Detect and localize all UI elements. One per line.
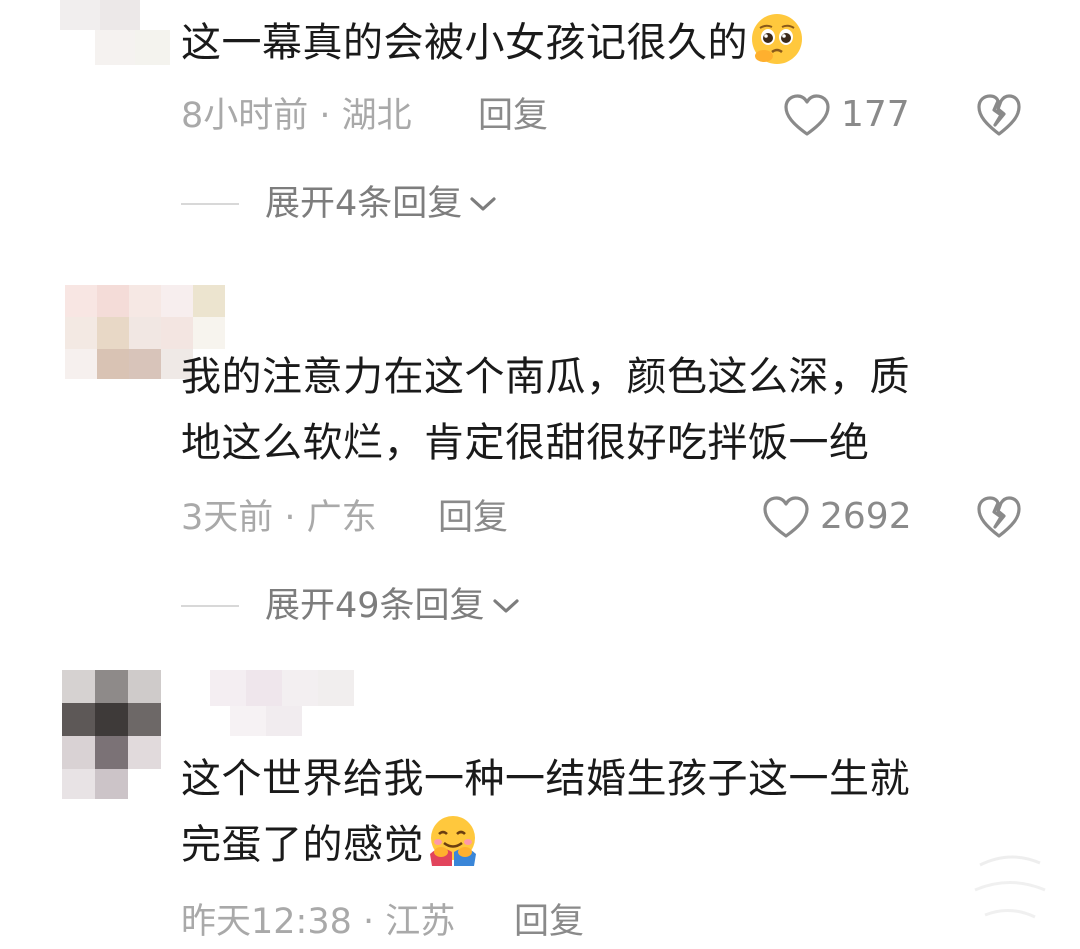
chevron-down-icon: [470, 197, 496, 211]
comment-thread: 这一幕真的会被小女孩记很久的 8小时前 · 湖北 回复 177 展开4条回复 我…: [0, 0, 1080, 949]
watermark: [960, 845, 1060, 940]
comment-text-line: 地这么软烂，肯定很甜很好吃拌饭一绝: [181, 420, 870, 466]
pleading-face-emoji: [750, 12, 804, 66]
comment-text-line: 这个世界给我一种一结婚生孩子这一生就: [181, 756, 910, 802]
reply-button[interactable]: 回复: [478, 96, 548, 136]
expand-replies-label: 展开4条回复: [265, 184, 463, 224]
chevron-down-icon: [492, 599, 519, 613]
comment-text-line: 我的注意力在这个南瓜，颜色这么深，质: [181, 354, 910, 400]
dislike-button[interactable]: [976, 93, 1022, 141]
like-button[interactable]: 177: [783, 93, 910, 137]
hugging-face-emoji: [426, 814, 480, 868]
comment-text: 这一幕真的会被小女孩记很久的: [181, 10, 804, 76]
reply-button[interactable]: 回复: [438, 498, 508, 538]
avatar[interactable]: [40, 0, 180, 70]
comment-text: 我的注意力在这个南瓜，颜色这么深，质 地这么软烂，肯定很甜很好吃拌饭一绝: [181, 344, 910, 476]
broken-heart-icon: [977, 94, 1021, 136]
divider-line: [181, 605, 239, 607]
heart-outline-icon: [784, 94, 830, 136]
like-count: 2692: [820, 496, 912, 537]
like-count: 177: [841, 94, 910, 135]
dislike-button[interactable]: [976, 495, 1022, 543]
like-button[interactable]: 2692: [762, 495, 912, 539]
reply-button[interactable]: 回复: [514, 902, 584, 942]
expand-replies-label: 展开49条回复: [265, 586, 485, 626]
comment-meta: 昨天12:38 · 江苏: [181, 902, 456, 942]
broken-heart-icon: [977, 496, 1021, 538]
comment-meta: 3天前 · 广东: [181, 498, 377, 538]
expand-replies[interactable]: 展开4条回复: [181, 184, 498, 224]
heart-outline-icon: [763, 496, 809, 538]
comment-meta: 8小时前 · 湖北: [181, 96, 412, 136]
divider-line: [181, 203, 239, 205]
comment-text: 这个世界给我一种一结婚生孩子这一生就 完蛋了的感觉: [181, 746, 910, 878]
comment-text-line: 完蛋了的感觉: [181, 812, 910, 878]
expand-replies[interactable]: 展开49条回复: [181, 586, 521, 626]
